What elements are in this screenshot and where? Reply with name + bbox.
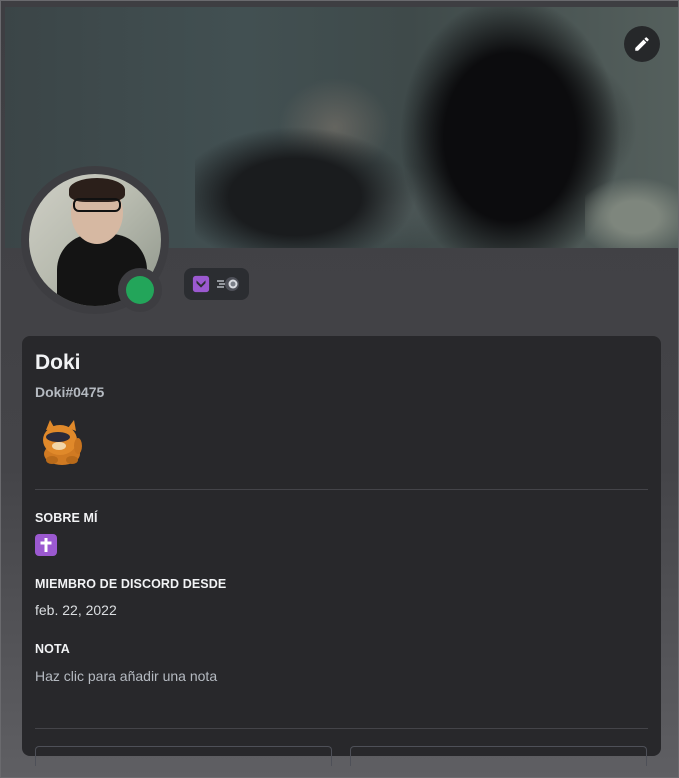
- banner-photo-shadow: [195, 127, 425, 248]
- banner-photo-background: [585, 177, 678, 248]
- about-me-title: SOBRE MÍ: [35, 511, 98, 525]
- more-actions-button[interactable]: [350, 746, 647, 766]
- divider: [35, 728, 648, 729]
- online-status-dot: [126, 276, 154, 304]
- display-name: Doki: [35, 351, 81, 374]
- note-field[interactable]: Haz clic para añadir una nota: [35, 668, 217, 684]
- note-title: NOTA: [35, 642, 70, 656]
- avatar-photo-glasses: [73, 198, 121, 212]
- status-indicator: [118, 268, 162, 312]
- username-tag[interactable]: Doki#0475: [35, 383, 648, 401]
- divider: [35, 489, 648, 490]
- member-since-title: MIEMBRO DE DISCORD DESDE: [35, 577, 227, 591]
- profile-popout: Doki Doki#0475 SOBRE MÍ MIEMBRO DE DISCO…: [0, 0, 679, 778]
- latin-cross-emoji: [35, 534, 57, 556]
- edit-profile-button[interactable]: [624, 26, 660, 62]
- member-since-date: feb. 22, 2022: [35, 602, 117, 618]
- server-boost-icon[interactable]: [216, 276, 242, 292]
- badge-list: [184, 268, 249, 300]
- pencil-icon: [635, 37, 649, 51]
- cat-sticker-icon: [38, 418, 88, 468]
- profile-info-card: Doki Doki#0475 SOBRE MÍ MIEMBRO DE DISCO…: [22, 336, 661, 766]
- nitro-shield-icon[interactable]: [192, 275, 210, 293]
- message-button[interactable]: [35, 746, 332, 766]
